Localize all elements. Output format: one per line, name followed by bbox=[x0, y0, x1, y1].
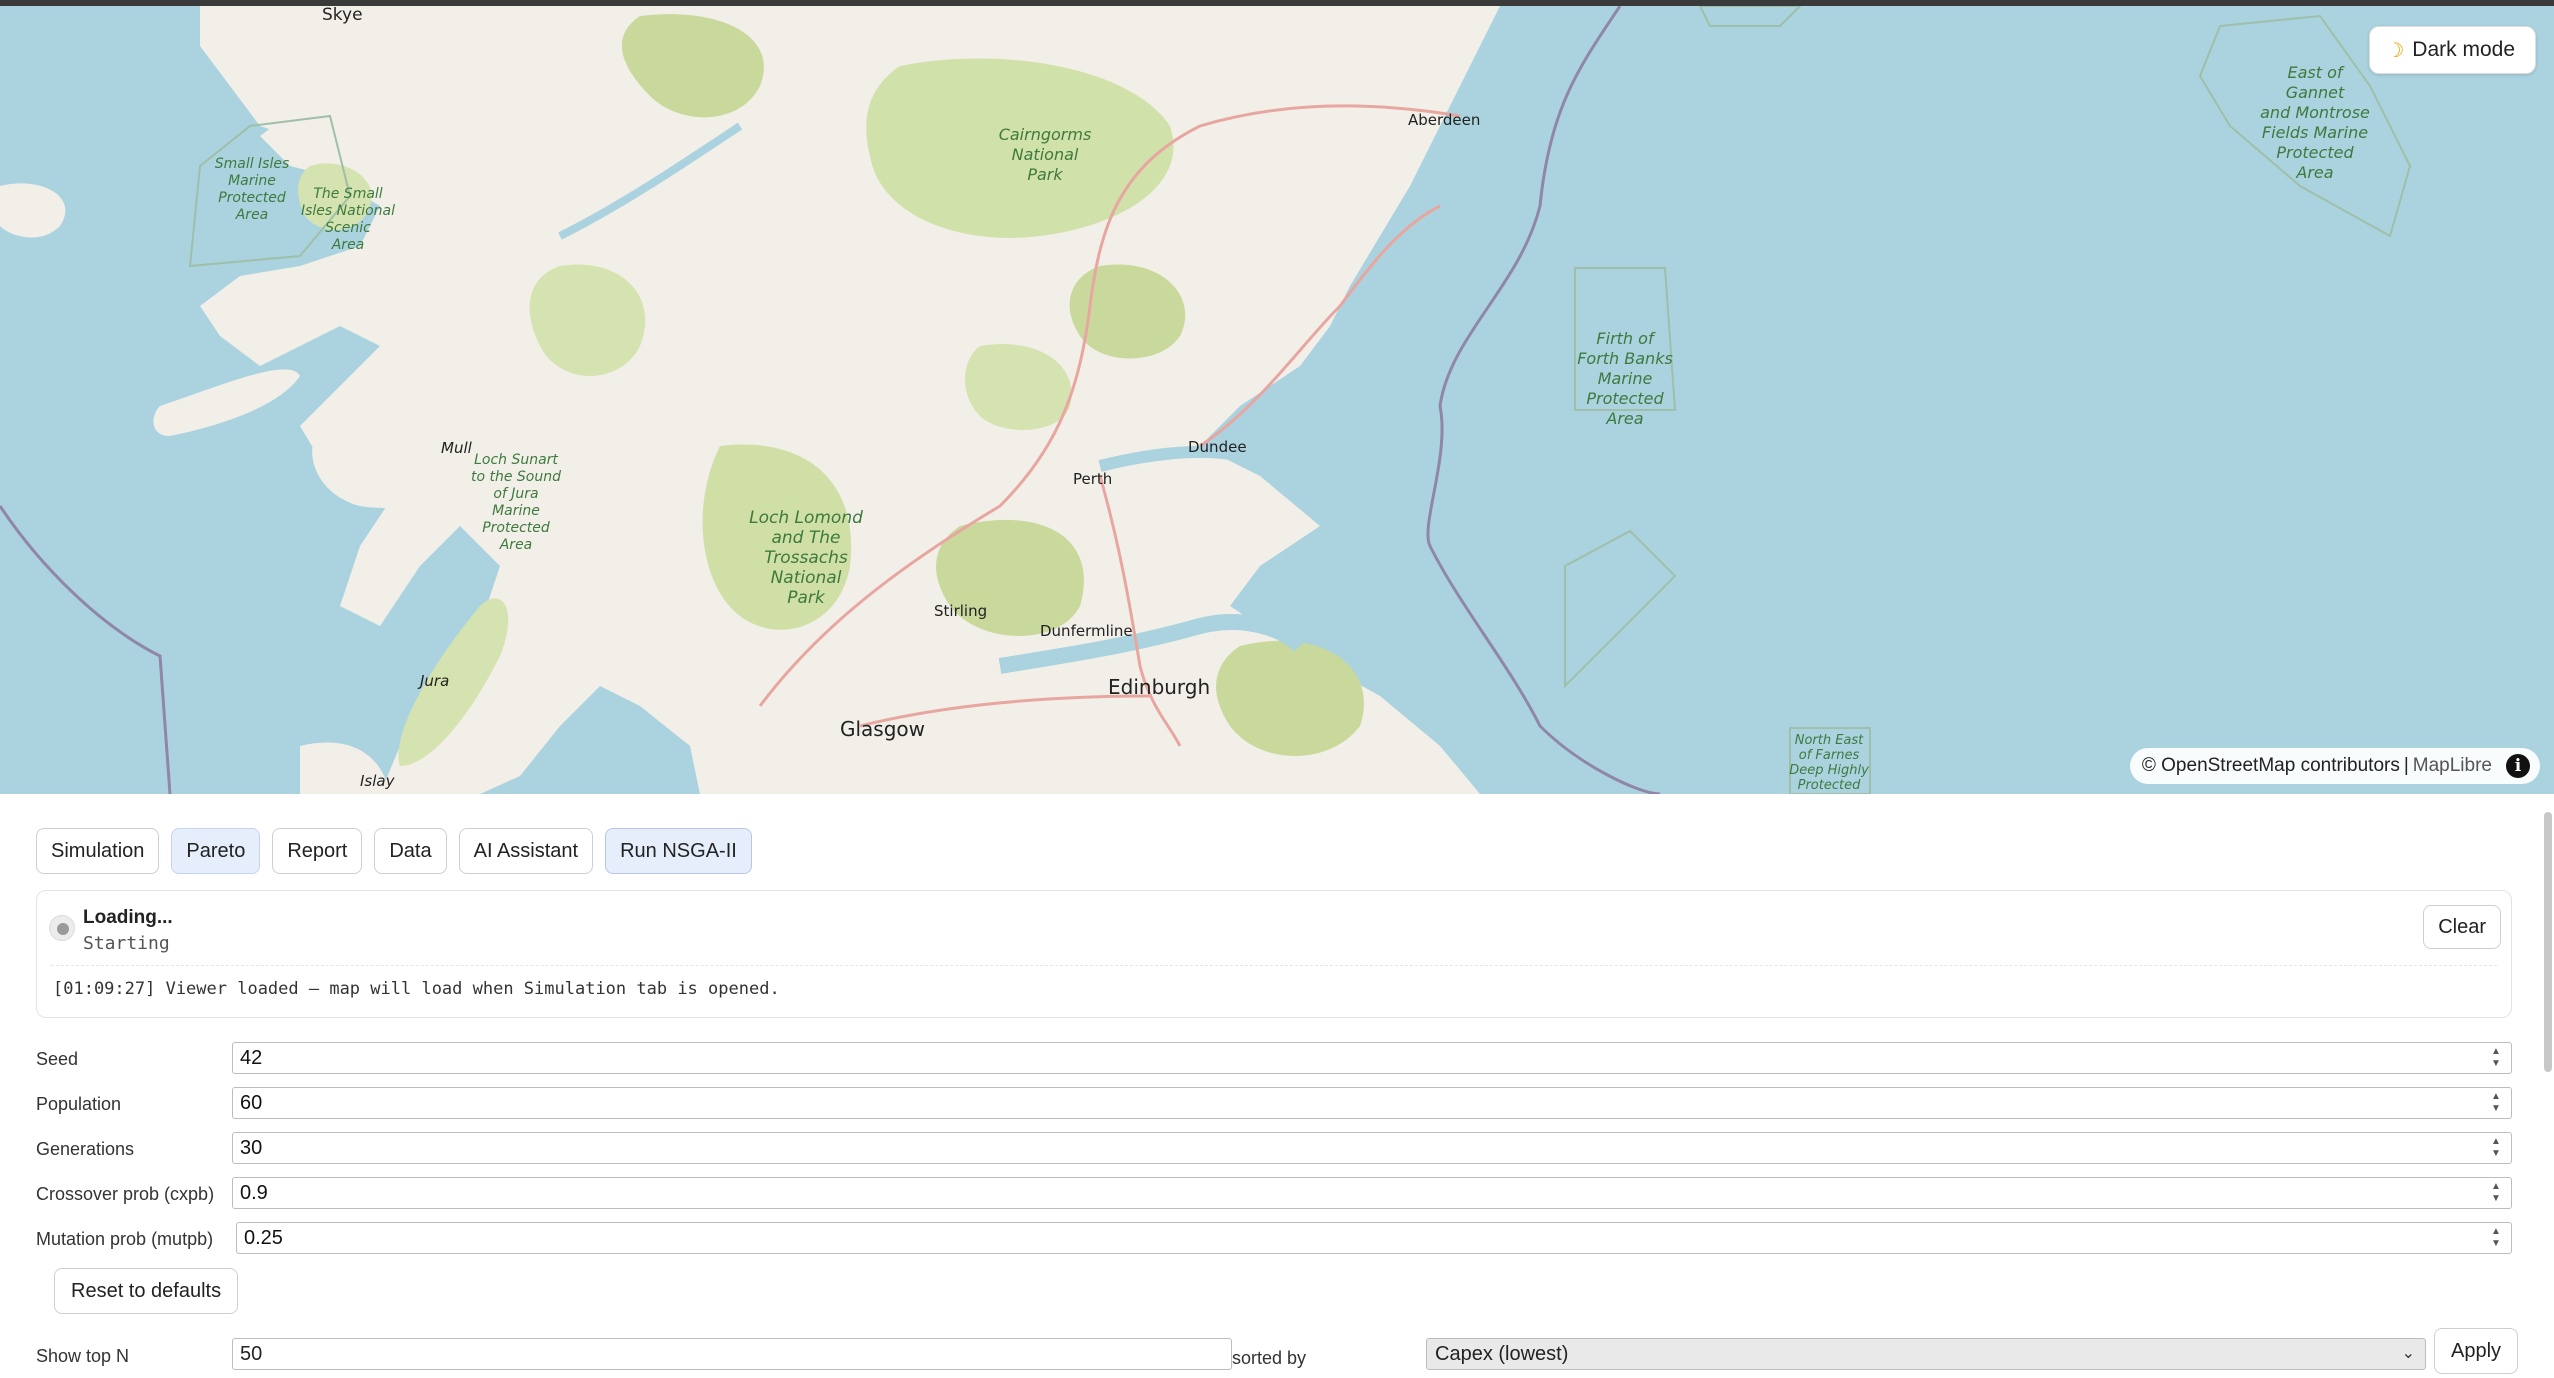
label-skye: Skye bbox=[322, 6, 363, 25]
mpa-outline-south bbox=[1564, 529, 1677, 689]
loading-spinner-icon bbox=[49, 915, 75, 941]
status-card: Loading... Starting Clear [01:09:27] Vie… bbox=[36, 890, 2512, 1018]
tab-ai-assistant[interactable]: AI Assistant bbox=[458, 828, 594, 874]
param-row-generations: Generations 30 ▲ ▼ bbox=[36, 1132, 2512, 1166]
label-aberdeen: Aberdeen bbox=[1408, 111, 1480, 129]
label-firth-forth: Firth of Forth Banks Marine Protected Area bbox=[1577, 329, 1673, 428]
scrollbar[interactable] bbox=[2544, 812, 2552, 1072]
sorted-by-label: sorted by bbox=[1232, 1348, 1307, 1368]
moon-icon: ☽ bbox=[2386, 39, 2405, 62]
info-icon[interactable]: i bbox=[2506, 754, 2530, 778]
tab-report[interactable]: Report bbox=[272, 828, 363, 874]
log-line: [01:09:27] Viewer loaded — map will load… bbox=[53, 979, 780, 999]
seed-label: Seed bbox=[36, 1048, 79, 1069]
attribution-maplibre-link[interactable]: MapLibre bbox=[2413, 755, 2492, 777]
map-canvas[interactable]: Skye Aberdeen Mull Dundee Perth Stirling… bbox=[0, 6, 2554, 794]
mutation-input[interactable]: 0.25 ▲ ▼ bbox=[236, 1222, 2512, 1254]
run-nsga-button[interactable]: Run NSGA-II bbox=[605, 828, 752, 874]
generations-value: 30 bbox=[240, 1136, 263, 1159]
control-panel: Simulation Pareto Report Data AI Assista… bbox=[0, 794, 2554, 1374]
clear-log-button[interactable]: Clear bbox=[2423, 905, 2501, 949]
show-top-value: 50 bbox=[240, 1342, 263, 1365]
param-row-mutation: Mutation prob (mutpb) 0.25 ▲ ▼ bbox=[36, 1222, 2512, 1256]
label-edinburgh: Edinburgh bbox=[1108, 675, 1210, 699]
stepper-icon[interactable]: ▲ ▼ bbox=[2489, 1136, 2503, 1160]
tab-data[interactable]: Data bbox=[374, 828, 447, 874]
results-filter-row: Show top N 50 sorted by Capex (lowest) ⌄… bbox=[36, 1328, 2519, 1378]
label-islay: Islay bbox=[360, 772, 396, 790]
dark-mode-label: Dark mode bbox=[2412, 38, 2515, 61]
dark-mode-toggle[interactable]: ☽ Dark mode bbox=[2369, 26, 2536, 74]
island-west bbox=[0, 183, 66, 238]
label-mull: Mull bbox=[441, 439, 473, 457]
status-title: Loading... bbox=[83, 907, 173, 928]
label-north-east-farnes: North East of Farnes Deep Highly Protected bbox=[1789, 733, 1869, 793]
sort-value: Capex (lowest) bbox=[1435, 1342, 1569, 1365]
stepper-icon[interactable]: ▲ ▼ bbox=[2489, 1091, 2503, 1115]
param-row-seed: Seed 42 ▲ ▼ bbox=[36, 1042, 2512, 1076]
attribution-separator: | bbox=[2403, 755, 2409, 776]
param-row-population: Population 60 ▲ ▼ bbox=[36, 1087, 2512, 1121]
sort-select[interactable]: Capex (lowest) ⌄ bbox=[1426, 1338, 2426, 1370]
show-top-input[interactable]: 50 bbox=[232, 1338, 1232, 1370]
label-dunfermline: Dunfermline bbox=[1040, 622, 1133, 640]
tab-pareto[interactable]: Pareto bbox=[171, 828, 261, 874]
apply-button[interactable]: Apply bbox=[2434, 1328, 2519, 1374]
status-divider bbox=[51, 965, 2497, 966]
map-view[interactable]: Skye Aberdeen Mull Dundee Perth Stirling… bbox=[0, 6, 2554, 794]
coastal-boundary-west bbox=[0, 505, 172, 794]
island-coll bbox=[153, 369, 300, 436]
label-glasgow: Glasgow bbox=[840, 717, 925, 741]
crossover-label: Crossover prob (cxpb) bbox=[36, 1183, 215, 1204]
map-attribution: © OpenStreetMap contributors | MapLibre … bbox=[2129, 748, 2540, 784]
population-label: Population bbox=[36, 1093, 122, 1114]
crossover-input[interactable]: 0.9 ▲ ▼ bbox=[232, 1177, 2512, 1209]
seed-input[interactable]: 42 ▲ ▼ bbox=[232, 1042, 2512, 1074]
tab-simulation[interactable]: Simulation bbox=[36, 828, 160, 874]
chevron-down-icon: ⌄ bbox=[2401, 1345, 2415, 1362]
population-input[interactable]: 60 ▲ ▼ bbox=[232, 1087, 2512, 1119]
status-subtitle: Starting bbox=[83, 933, 170, 954]
generations-input[interactable]: 30 ▲ ▼ bbox=[232, 1132, 2512, 1164]
stepper-icon[interactable]: ▲ ▼ bbox=[2489, 1046, 2503, 1070]
reset-defaults-button[interactable]: Reset to defaults bbox=[54, 1268, 239, 1314]
tab-bar: Simulation Pareto Report Data AI Assista… bbox=[36, 828, 752, 874]
label-dundee: Dundee bbox=[1188, 438, 1247, 456]
label-stirling: Stirling bbox=[934, 602, 987, 620]
mpa-outline-north bbox=[1698, 6, 1802, 27]
seed-value: 42 bbox=[240, 1046, 263, 1069]
label-jura: Jura bbox=[417, 672, 449, 690]
attribution-osm-link[interactable]: © OpenStreetMap contributors bbox=[2142, 755, 2400, 777]
label-small-isles-mpa: Small Isles Marine Protected Area bbox=[215, 156, 290, 223]
param-row-crossover: Crossover prob (cxpb) 0.9 ▲ ▼ bbox=[36, 1177, 2512, 1211]
stepper-icon[interactable]: ▲ ▼ bbox=[2489, 1181, 2503, 1205]
mutation-value: 0.25 bbox=[244, 1226, 283, 1249]
stepper-icon[interactable]: ▲ ▼ bbox=[2489, 1226, 2503, 1250]
label-perth: Perth bbox=[1073, 470, 1112, 488]
generations-label: Generations bbox=[36, 1138, 135, 1159]
label-east-gannet: East of Gannet and Montrose Fields Marine Pr… bbox=[2260, 63, 2370, 182]
population-value: 60 bbox=[240, 1091, 263, 1114]
crossover-value: 0.9 bbox=[240, 1181, 268, 1204]
show-top-label: Show top N bbox=[36, 1346, 130, 1366]
mutation-label: Mutation prob (mutpb) bbox=[36, 1228, 214, 1249]
